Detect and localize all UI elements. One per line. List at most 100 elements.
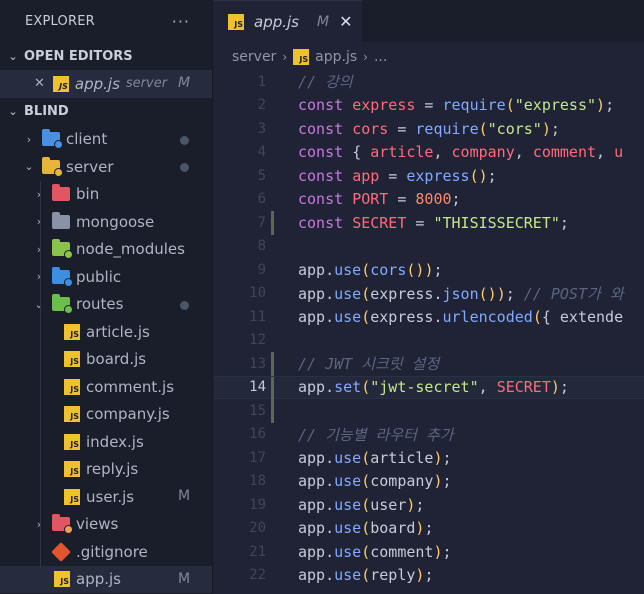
code-line[interactable]: 7 const SECRET = "THISISSECRET"; xyxy=(214,211,644,235)
more-actions-icon[interactable]: ··· xyxy=(172,12,190,31)
line-number: 5 xyxy=(257,167,266,184)
code-line[interactable]: 10 app.use(express.json()); // POST가 와 xyxy=(214,282,644,306)
public-folder-icon xyxy=(52,266,73,287)
code-text: app.use(board); xyxy=(298,519,433,537)
javascript-file-icon: JS xyxy=(54,571,70,588)
code-token: "cors" xyxy=(487,119,542,138)
code-token: const xyxy=(298,119,353,138)
code-line[interactable]: 11 app.use(express.urlencoded({ extende xyxy=(214,305,644,329)
tree-item-node-modules[interactable]: › node_modules xyxy=(0,236,212,264)
line-number: 9 xyxy=(257,261,266,278)
code-line[interactable]: 15 xyxy=(214,399,644,423)
javascript-file-icon: JS xyxy=(293,49,310,65)
modified-badge: M xyxy=(317,13,330,30)
tree-item-mongoose[interactable]: › mongoose xyxy=(0,208,212,236)
tree-item-label: routes xyxy=(76,295,124,314)
code-line[interactable]: 14 app.set("jwt-secret", SECRET); xyxy=(214,375,644,400)
line-number: 22 xyxy=(249,567,266,584)
tree-item-app-js[interactable]: JS app.js M xyxy=(0,565,212,593)
tree-item-file[interactable]: JS index.js xyxy=(0,428,212,456)
code-text: const PORT = 8000; xyxy=(298,190,461,208)
code-area[interactable]: 1// 강의 2 const express = require("express"… xyxy=(214,70,644,587)
code-line[interactable]: 6 const PORT = 8000; xyxy=(214,188,644,212)
tree-item-gitignore[interactable]: .gitignore xyxy=(0,538,212,566)
status-dot xyxy=(180,163,189,172)
code-token: "THISISSECRET" xyxy=(433,213,560,232)
close-icon[interactable]: ✕ xyxy=(339,12,352,31)
line-number: 7 xyxy=(257,214,266,231)
tab-app-js[interactable]: JS app.js M ✕ xyxy=(214,0,362,42)
javascript-file-icon: JS xyxy=(52,75,69,92)
code-token: ( xyxy=(505,96,515,115)
tree-item-file[interactable]: JS company.js xyxy=(0,401,212,429)
code-line[interactable]: 16 // 기능별 라우터 추가 xyxy=(214,423,644,447)
code-token: 8000 xyxy=(415,190,452,209)
code-text: const cors = require("cors"); xyxy=(298,120,560,138)
tree-item-label: index.js xyxy=(86,432,144,451)
tree-item-bin[interactable]: › bin xyxy=(0,181,212,209)
code-line[interactable]: 13 // JWT 시크릿 설정 xyxy=(214,352,644,376)
tree-item-public[interactable]: › public xyxy=(0,263,212,291)
code-token: = xyxy=(415,96,443,115)
code-token: express. xyxy=(370,307,443,326)
code-token: // JWT 시크릿 설정 xyxy=(298,355,440,374)
line-number: 19 xyxy=(249,496,266,513)
breadcrumb-more[interactable]: ... xyxy=(374,49,387,65)
tree-item-label: public xyxy=(76,267,122,286)
chevron-right-icon: › xyxy=(36,215,42,229)
code-token: ; xyxy=(559,378,569,397)
line-number: 15 xyxy=(249,402,266,419)
modified-line-marker xyxy=(271,211,274,235)
close-icon[interactable]: ✕ xyxy=(34,76,45,91)
tree-item-file[interactable]: JS article.js xyxy=(0,318,212,346)
tree-item-file[interactable]: JS user.js M xyxy=(0,483,212,511)
code-token: ; xyxy=(550,119,560,138)
line-number: 13 xyxy=(249,355,266,372)
tree-item-label: comment.js xyxy=(86,377,175,396)
code-text: const app = express(); xyxy=(298,167,497,185)
code-line[interactable]: 4 const { article, company, comment, u xyxy=(214,141,644,165)
line-number: 12 xyxy=(249,332,266,349)
code-line[interactable]: 12 xyxy=(214,329,644,353)
code-line[interactable]: 3 const cors = require("cors"); xyxy=(214,117,644,141)
tree-item-file[interactable]: JS reply.js xyxy=(0,456,212,484)
chevron-right-icon: › xyxy=(36,187,42,201)
tree-item-file[interactable]: JS board.js xyxy=(0,346,212,374)
code-token: json xyxy=(442,284,479,303)
code-line[interactable]: 9 app.use(cors()); xyxy=(214,258,644,282)
project-section[interactable]: ⌄ BLIND xyxy=(0,98,212,126)
code-token: () xyxy=(406,260,425,279)
code-line[interactable]: 20 app.use(board); xyxy=(214,517,644,541)
code-line[interactable]: 19 app.use(user); xyxy=(214,493,644,517)
code-token: use xyxy=(334,542,362,561)
open-editors-section[interactable]: ⌄ OPEN EDITORS xyxy=(0,42,212,70)
tree-item-client[interactable]: › client xyxy=(0,126,212,154)
tree-item-file[interactable]: JS comment.js xyxy=(0,373,212,401)
open-editor-app-js[interactable]: ✕ JS app.js server M xyxy=(0,70,212,98)
code-token: ) xyxy=(596,96,606,115)
code-line[interactable]: 18 app.use(company); xyxy=(214,470,644,494)
code-token: ( xyxy=(361,284,371,303)
code-line[interactable]: 22 app.use(reply); xyxy=(214,564,644,588)
code-token: company xyxy=(451,143,515,162)
code-line[interactable]: 1 // 강의 xyxy=(214,70,644,94)
code-line[interactable]: 17 app.use(article); xyxy=(214,446,644,470)
javascript-file-icon: JS xyxy=(64,461,80,478)
code-token: = xyxy=(388,190,416,209)
tree-item-server[interactable]: ⌄ server xyxy=(0,153,212,181)
javascript-file-icon: JS xyxy=(64,351,80,368)
code-token: ; xyxy=(559,213,569,232)
explorer-sidebar: EXPLORER ··· ⌄ OPEN EDITORS ✕ JS app.js … xyxy=(0,0,213,594)
code-token: const xyxy=(298,213,353,232)
breadcrumb-folder[interactable]: server xyxy=(232,49,276,65)
code-token: use xyxy=(334,566,362,585)
code-line[interactable]: 8 xyxy=(214,235,644,259)
code-line[interactable]: 5 const app = express(); xyxy=(214,164,644,188)
tree-item-views[interactable]: › views xyxy=(0,511,212,539)
tree-item-routes[interactable]: ⌄ routes xyxy=(0,291,212,319)
code-line[interactable]: 2 const express = require("express"); xyxy=(214,94,644,118)
code-token: ) xyxy=(496,284,506,303)
code-line[interactable]: 21 app.use(comment); xyxy=(214,540,644,564)
code-token: use xyxy=(334,260,362,279)
breadcrumb-file[interactable]: app.js xyxy=(315,49,357,65)
